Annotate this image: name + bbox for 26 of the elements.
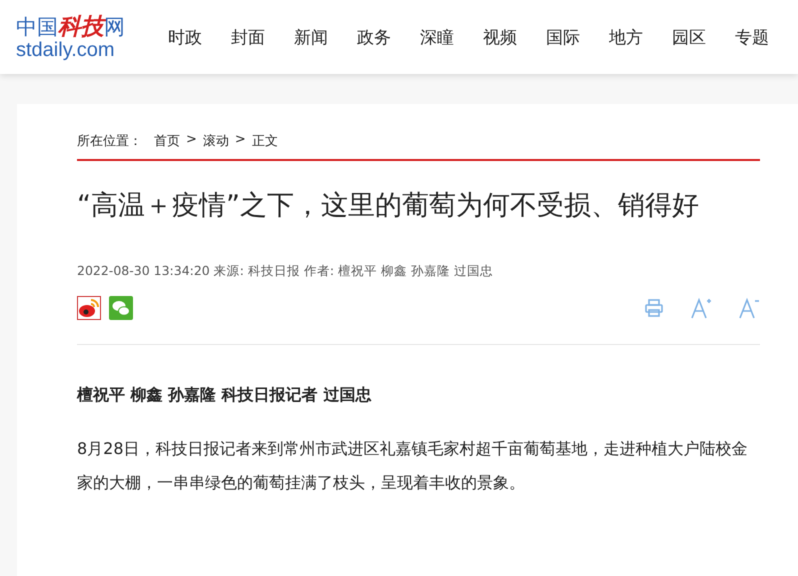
nav-link[interactable]: 政务 <box>357 26 420 48</box>
nav-link[interactable]: 新闻 <box>294 26 357 48</box>
weibo-share-icon[interactable] <box>77 296 101 320</box>
print-icon[interactable] <box>644 298 664 318</box>
breadcrumb-label: 所在位置： <box>77 133 142 150</box>
nav-link[interactable]: 国际 <box>546 26 609 48</box>
article-byline: 檀祝平 柳鑫 孙嘉隆 科技日报记者 过国忠 <box>77 385 372 406</box>
nav-link[interactable]: 深瞳 <box>420 26 483 48</box>
breadcrumb-separator: > <box>234 132 246 149</box>
breadcrumb-link[interactable]: 滚动 <box>202 132 229 150</box>
breadcrumb-link[interactable]: 首页 <box>154 132 180 150</box>
article-title: “高温＋疫情”之下，这里的葡萄为何不受损、销得好 <box>77 189 700 223</box>
nav-link[interactable]: 封面 <box>231 26 294 48</box>
font-decrease-icon[interactable] <box>738 297 760 319</box>
breadcrumb-link[interactable]: 正文 <box>252 132 278 150</box>
nav-link[interactable]: 视频 <box>483 26 546 48</box>
wechat-share-icon[interactable] <box>109 296 133 320</box>
nav-link[interactable]: 专题 <box>735 26 798 48</box>
article-meta: 2022-08-30 13:34:20 来源: 科技日报 作者: 檀祝平 柳鑫 孙嘉隆 过国忠 <box>77 263 494 280</box>
nav-link[interactable]: 地方 <box>609 26 672 48</box>
nav-link[interactable]: 园区 <box>672 26 735 48</box>
breadcrumb-separator: > <box>186 132 197 149</box>
nav-link[interactable]: 时政 <box>168 26 231 48</box>
article-paragraph: 8月28日，科技日报记者来到常州市武进区礼嘉镇毛家村超千亩葡萄基地，走进种植大户陆校金家的大棚，一串串绿色的葡萄挂满了枝头，呈现着丰收的景象。 <box>77 438 749 494</box>
site-logo[interactable]: 中国科技网 stdaily.com <box>16 14 146 60</box>
font-increase-icon[interactable] <box>690 297 712 319</box>
